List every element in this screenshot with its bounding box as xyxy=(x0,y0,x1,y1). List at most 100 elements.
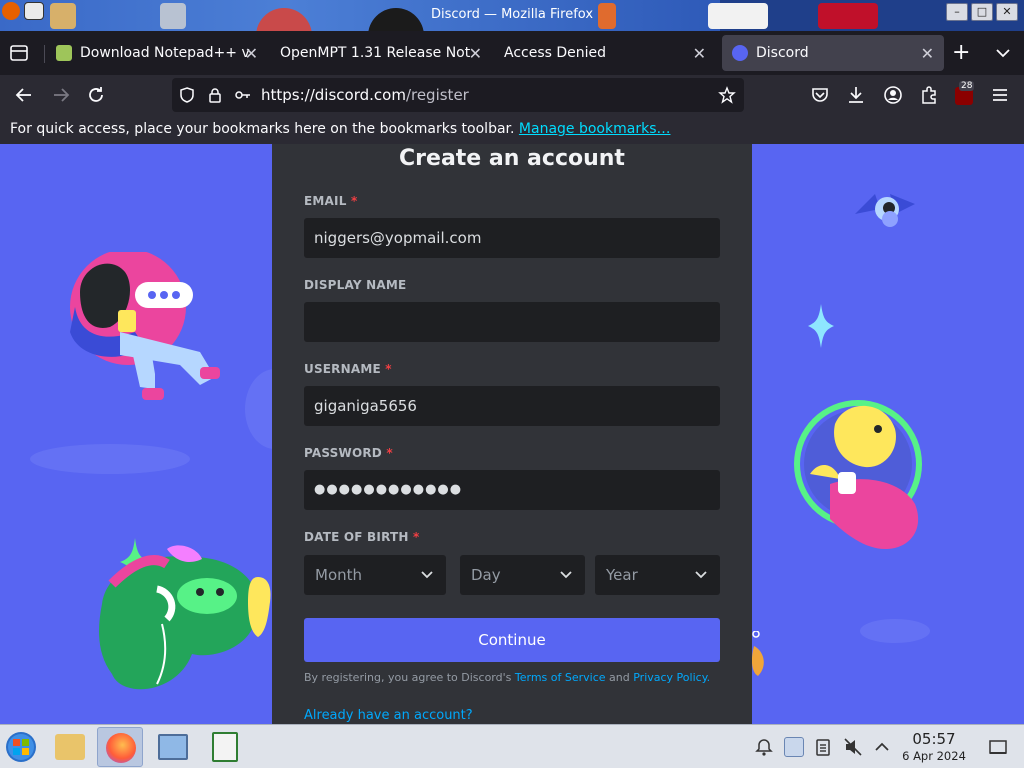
notepad-icon xyxy=(56,45,72,61)
year-select[interactable]: Year xyxy=(595,555,720,595)
lantern-illustration xyxy=(751,631,764,676)
month-select[interactable]: Month xyxy=(304,555,446,595)
url-text: https://discord.com/register xyxy=(261,86,469,104)
lock-icon[interactable] xyxy=(206,86,224,104)
tracking-protection-shield-icon[interactable] xyxy=(178,86,196,104)
page-title: Create an account xyxy=(399,146,625,171)
window-title: Discord — Mozilla Firefox xyxy=(430,7,594,22)
clock-time: 05:57 xyxy=(912,730,956,748)
tab-notepad[interactable]: Download Notepad++ v8 ✕ xyxy=(46,35,268,71)
small-yellow-character-illustration xyxy=(248,577,271,637)
required-marker: * xyxy=(413,530,420,544)
maximize-button[interactable]: □ xyxy=(971,3,993,21)
url-host: https://discord.com xyxy=(261,86,406,104)
chevron-up-icon[interactable] xyxy=(872,737,892,757)
url-bar[interactable]: https://discord.com/register xyxy=(172,78,744,112)
username-field[interactable]: giganiga5656 xyxy=(304,386,720,426)
display-name-label: DISPLAY NAME xyxy=(304,278,407,292)
extensions-puzzle-icon[interactable] xyxy=(918,84,940,106)
tab-label: OpenMPT 1.31 Release Notes xyxy=(280,45,470,61)
system-clock[interactable]: 05:57 6 Apr 2024 xyxy=(898,731,970,763)
close-tab-icon[interactable]: ✕ xyxy=(245,44,258,63)
terms-notice: By registering, you agree to Discord's T… xyxy=(304,671,710,684)
url-path: /register xyxy=(405,86,469,104)
new-tab-button[interactable]: + xyxy=(952,42,970,64)
close-tab-icon[interactable]: ✕ xyxy=(469,44,482,63)
clipboard-manager-icon[interactable] xyxy=(784,737,804,757)
close-tab-icon[interactable]: ✕ xyxy=(921,44,934,63)
background-cloud xyxy=(30,444,190,474)
show-desktop-icon[interactable] xyxy=(988,737,1008,757)
registration-card: Create an account EMAIL * niggers@yopmai… xyxy=(272,144,752,724)
discord-icon xyxy=(732,45,748,61)
extension-badge: 28 xyxy=(959,81,975,91)
privacy-policy-link[interactable]: Privacy Policy. xyxy=(633,671,710,684)
bookmarks-toolbar: For quick access, place your bookmarks h… xyxy=(0,115,1024,144)
tab-label: Discord xyxy=(756,45,809,61)
window-titlebar: Discord — Mozilla Firefox – □ ✕ xyxy=(0,0,1024,31)
firefox-icon xyxy=(106,733,136,763)
list-all-tabs-icon[interactable] xyxy=(994,44,1012,62)
background-cloud xyxy=(860,619,930,643)
month-select-value: Month xyxy=(315,566,363,584)
pocket-icon[interactable] xyxy=(809,84,831,106)
downloads-icon[interactable] xyxy=(845,84,867,106)
username-label-text: USERNAME xyxy=(304,362,381,376)
file-manager-task-button[interactable] xyxy=(47,727,93,767)
bookmark-star-icon[interactable] xyxy=(718,86,736,104)
required-marker: * xyxy=(386,446,393,460)
username-label: USERNAME * xyxy=(304,362,392,376)
year-select-value: Year xyxy=(606,566,638,584)
minimize-button[interactable]: – xyxy=(946,3,968,21)
notepad-task-button[interactable] xyxy=(202,727,248,767)
start-menu-icon[interactable] xyxy=(4,730,38,764)
close-window-button[interactable]: ✕ xyxy=(996,3,1018,21)
display-name-field[interactable] xyxy=(304,302,720,342)
tab-strip: Download Notepad++ v8 ✕ OpenMPT 1.31 Rel… xyxy=(0,31,1024,75)
chevron-down-icon xyxy=(695,571,707,579)
email-label: EMAIL * xyxy=(304,194,357,208)
firefox-view-icon[interactable] xyxy=(8,42,30,64)
firefox-task-button[interactable] xyxy=(97,727,143,767)
clipboard-icon[interactable] xyxy=(813,737,833,757)
day-select[interactable]: Day xyxy=(460,555,585,595)
tab-openmpt[interactable]: OpenMPT 1.31 Release Notes ✕ xyxy=(270,35,492,71)
dob-label-text: DATE OF BIRTH xyxy=(304,530,409,544)
yellow-character-illustration xyxy=(794,400,922,549)
terms-of-service-link[interactable]: Terms of Service xyxy=(515,671,606,684)
muted-speaker-icon[interactable] xyxy=(843,737,863,757)
already-have-account-link[interactable]: Already have an account? xyxy=(304,708,473,723)
date-of-birth-label: DATE OF BIRTH * xyxy=(304,530,419,544)
back-arrow-icon[interactable] xyxy=(13,84,35,106)
day-select-value: Day xyxy=(471,566,501,584)
chevron-down-icon xyxy=(421,571,433,579)
required-marker: * xyxy=(385,362,392,376)
password-label-text: PASSWORD xyxy=(304,446,382,460)
key-icon[interactable] xyxy=(234,86,252,104)
winged-creature-illustration xyxy=(855,194,915,227)
continue-button[interactable]: Continue xyxy=(304,618,720,662)
password-field[interactable]: ●●●●●●●●●●●● xyxy=(304,470,720,510)
tab-discord[interactable]: Discord ✕ xyxy=(722,35,944,71)
tab-label: Access Denied xyxy=(504,45,607,61)
navigation-bar: https://discord.com/register 28 xyxy=(0,75,1024,115)
notepad-icon xyxy=(212,732,238,762)
notification-bell-icon[interactable] xyxy=(754,737,774,757)
tab-access-denied[interactable]: Access Denied ✕ xyxy=(494,35,716,71)
email-label-text: EMAIL xyxy=(304,194,347,208)
bookmarks-message: For quick access, place your bookmarks h… xyxy=(10,121,515,137)
green-dinosaur-illustration xyxy=(99,545,259,690)
terms-and: and xyxy=(609,671,630,684)
girl-with-phone-illustration xyxy=(70,252,220,400)
hamburger-menu-icon[interactable] xyxy=(989,84,1011,106)
reload-icon[interactable] xyxy=(85,84,107,106)
manage-bookmarks-link[interactable]: Manage bookmarks… xyxy=(519,121,671,137)
tab-separator xyxy=(44,45,45,63)
window-controls: – □ ✕ xyxy=(946,3,1018,21)
account-icon[interactable] xyxy=(882,84,904,106)
email-field[interactable]: niggers@yopmail.com xyxy=(304,218,720,258)
tab-label: Download Notepad++ v8 xyxy=(80,45,250,61)
control-panel-task-button[interactable] xyxy=(150,727,196,767)
close-tab-icon[interactable]: ✕ xyxy=(693,44,706,63)
forward-arrow-icon[interactable] xyxy=(50,84,72,106)
